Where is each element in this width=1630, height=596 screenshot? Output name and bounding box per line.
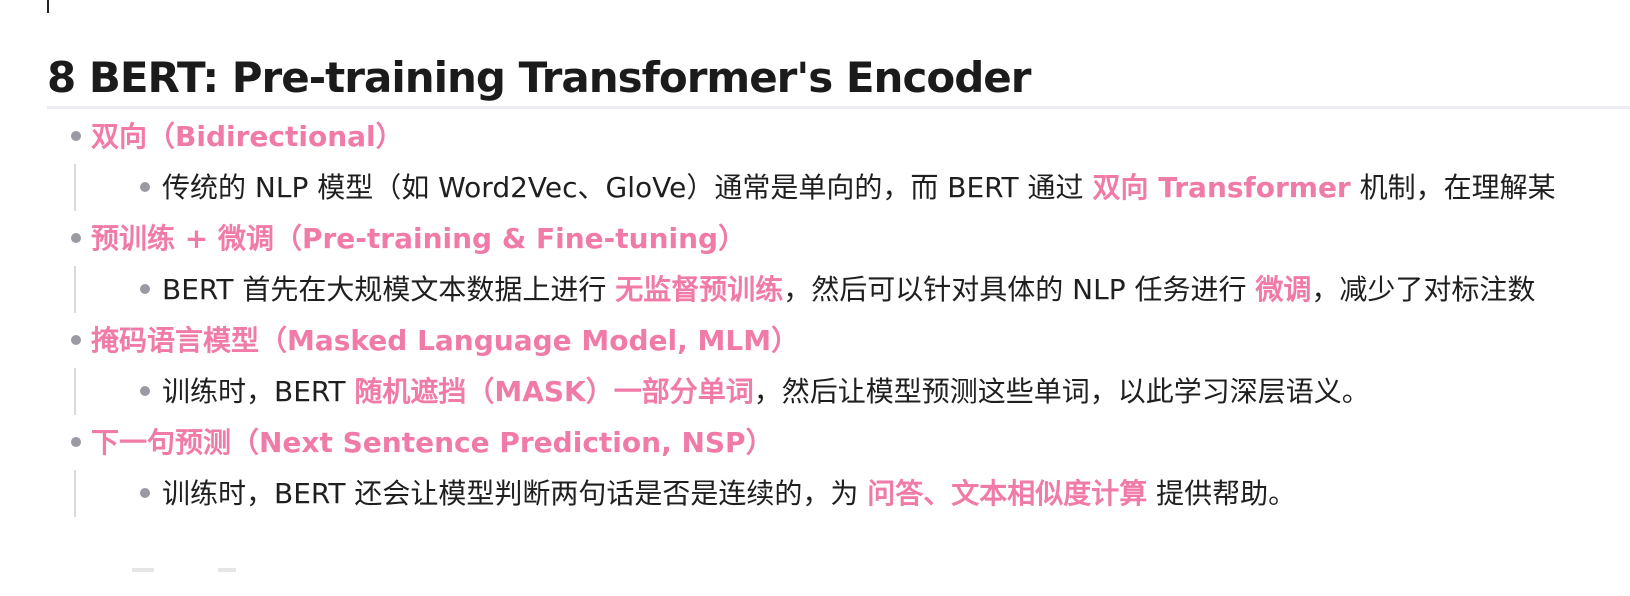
indent-guide: [74, 368, 76, 415]
list-item[interactable]: 双向（Bidirectional）: [0, 111, 1630, 162]
highlight-text: 微调: [1255, 273, 1312, 306]
bullet-dot-icon: [71, 131, 81, 141]
text-segment: ，然后可以针对具体的 NLP 任务进行: [783, 273, 1256, 306]
cutoff-text-fragment: [132, 568, 154, 572]
list-subitem-text: 训练时，BERT 还会让模型判断两句话是否是连续的，为 问答、文本相似度计算 提…: [162, 468, 1296, 519]
text-segment: ，然后让模型预测这些单词，以此学习深层语义。: [753, 375, 1370, 408]
list-subitem-text: 训练时，BERT 随机遮挡（MASK）一部分单词，然后让模型预测这些单词，以此学…: [162, 366, 1370, 417]
indent-guide: [74, 266, 76, 313]
text-segment: 训练时，BERT 还会让模型判断两句话是否是连续的，为: [162, 477, 868, 510]
bullet-dot-icon: [140, 182, 150, 192]
indent-guide: [74, 470, 76, 517]
list-subitem-text: 传统的 NLP 模型（如 Word2Vec、GloVe）通常是单向的，而 BER…: [162, 162, 1556, 213]
bullet-dot-icon: [140, 488, 150, 498]
list-item[interactable]: 掩码语言模型（Masked Language Model, MLM）: [0, 315, 1630, 366]
bullet-dot-icon: [140, 386, 150, 396]
list-item-title: 掩码语言模型（Masked Language Model, MLM）: [91, 324, 800, 357]
bullet-dot-icon: [71, 233, 81, 243]
bullet-list: 双向（Bidirectional） 传统的 NLP 模型（如 Word2Vec、…: [0, 111, 1630, 519]
list-item-title: 下一句预测（Next Sentence Prediction, NSP）: [91, 426, 774, 459]
bullet-dot-icon: [71, 335, 81, 345]
text-segment: BERT 首先在大规模文本数据上进行: [162, 273, 616, 306]
list-subitem[interactable]: BERT 首先在大规模文本数据上进行 无监督预训练，然后可以针对具体的 NLP …: [0, 264, 1630, 315]
highlight-text: 问答、文本相似度计算: [867, 477, 1148, 510]
list-subitem-text: BERT 首先在大规模文本数据上进行 无监督预训练，然后可以针对具体的 NLP …: [162, 264, 1535, 315]
list-item[interactable]: 下一句预测（Next Sentence Prediction, NSP）: [0, 417, 1630, 468]
highlight-text: 随机遮挡（MASK）一部分单词: [354, 375, 754, 408]
heading-underline: [47, 106, 1630, 109]
list-subitem[interactable]: 传统的 NLP 模型（如 Word2Vec、GloVe）通常是单向的，而 BER…: [0, 162, 1630, 213]
bullet-dot-icon: [71, 437, 81, 447]
cutoff-text-fragment: [218, 568, 236, 572]
list-item-title: 预训练 + 微调（Pre-training & Fine-tuning）: [91, 222, 747, 255]
highlight-text: 无监督预训练: [615, 273, 784, 306]
text-segment: 传统的 NLP 模型（如 Word2Vec、GloVe）通常是单向的，而 BER…: [162, 171, 1093, 204]
text-segment: 机制，在理解某: [1350, 171, 1556, 204]
list-subitem[interactable]: 训练时，BERT 还会让模型判断两句话是否是连续的，为 问答、文本相似度计算 提…: [0, 468, 1630, 519]
list-item-title: 双向（Bidirectional）: [91, 120, 404, 153]
list-subitem[interactable]: 训练时，BERT 随机遮挡（MASK）一部分单词，然后让模型预测这些单词，以此学…: [0, 366, 1630, 417]
text-segment: 训练时，BERT: [162, 375, 355, 408]
list-item[interactable]: 预训练 + 微调（Pre-training & Fine-tuning）: [0, 213, 1630, 264]
text-cursor: [47, 0, 49, 13]
highlight-text: 双向 Transformer: [1092, 171, 1351, 204]
next-line-cutoff: [0, 566, 1630, 596]
bullet-dot-icon: [140, 284, 150, 294]
section-heading[interactable]: 8 BERT: Pre-training Transformer's Encod…: [47, 50, 1031, 106]
text-segment: 提供帮助。: [1147, 477, 1297, 510]
indent-guide: [74, 164, 76, 211]
text-segment: ，减少了对标注数: [1311, 273, 1536, 306]
document-page: 8 BERT: Pre-training Transformer's Encod…: [0, 0, 1630, 596]
